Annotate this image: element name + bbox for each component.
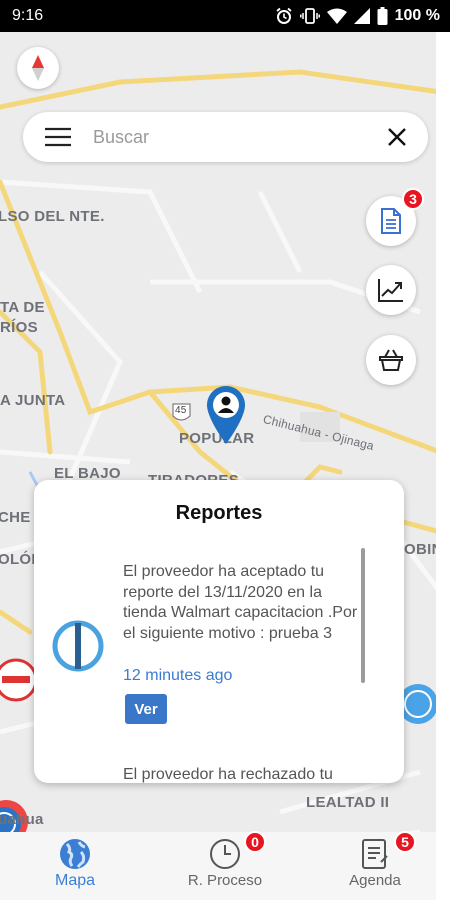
- globe-icon: [60, 839, 90, 869]
- status-time: 9:16: [12, 7, 44, 24]
- nav-item-r-proceso[interactable]: 0 R. Proceso: [150, 831, 300, 900]
- person-pin-icon: [207, 386, 245, 444]
- basket-icon: [379, 349, 403, 371]
- nav-label-r-proceso: R. Proceso: [187, 872, 263, 889]
- agenda-badge: 5: [394, 831, 416, 853]
- map-label: uahua: [0, 811, 44, 828]
- battery-level: 100 %: [394, 7, 440, 24]
- search-bar: [23, 112, 428, 162]
- vibrate-icon: [299, 8, 320, 24]
- reports-badge: 3: [402, 188, 424, 210]
- map-label: RÍOS: [0, 319, 38, 336]
- reports-button[interactable]: 3: [366, 188, 424, 246]
- statistics-button[interactable]: [366, 265, 416, 315]
- reports-card: Reportes El proveedor ha aceptado tu rep…: [34, 480, 404, 783]
- menu-button[interactable]: [23, 112, 93, 162]
- clear-search-button[interactable]: [366, 112, 428, 162]
- nav-label-agenda: Agenda: [349, 872, 401, 889]
- nav-item-agenda[interactable]: 5 Agenda: [300, 831, 450, 900]
- map-label: LEALTAD II: [306, 794, 390, 811]
- location-marker[interactable]: [207, 386, 245, 449]
- status-bar: 9:16 100 %: [0, 0, 450, 32]
- clock-icon: [210, 839, 240, 869]
- report-message: El proveedor ha aceptado tu reporte del …: [123, 563, 358, 642]
- search-input[interactable]: [93, 126, 366, 148]
- screen-edge: [436, 32, 450, 900]
- trending-chart-icon: [378, 279, 403, 302]
- nav-item-mapa[interactable]: Mapa: [0, 832, 150, 900]
- map-label: LSO DEL NTE.: [0, 208, 105, 225]
- reports-list[interactable]: El proveedor ha aceptado tu reporte del …: [34, 550, 404, 783]
- bottom-navigation: Mapa 0 R. Proceso 5 Agenda: [0, 831, 450, 900]
- compass-icon: [32, 55, 44, 81]
- basket-button[interactable]: [366, 335, 416, 385]
- r-proceso-badge: 0: [244, 831, 266, 853]
- provider-logo-icon: [52, 620, 104, 672]
- battery-icon: [377, 7, 388, 25]
- map-label: A JUNTA: [0, 392, 66, 409]
- report-time: 12 minutes ago: [123, 667, 233, 684]
- compass-button[interactable]: [17, 47, 59, 89]
- menu-icon: [45, 127, 71, 147]
- close-icon: [388, 128, 406, 146]
- alarm-icon: [276, 7, 292, 24]
- map-label: TA DE: [0, 299, 45, 316]
- highway-number: 45: [175, 405, 187, 416]
- signal-icon: [353, 8, 370, 24]
- report-message: El proveedor ha rechazado tu: [123, 766, 333, 783]
- reports-scrollbar[interactable]: [361, 548, 365, 683]
- agenda-icon: [362, 839, 388, 869]
- document-icon: [381, 208, 401, 234]
- wifi-icon: [326, 8, 347, 24]
- map-label: CHE: [0, 509, 31, 526]
- view-report-button[interactable]: Ver: [125, 694, 167, 724]
- nav-label-mapa: Mapa: [54, 872, 96, 889]
- status-icons: 100 %: [275, 7, 440, 25]
- reports-title: Reportes: [175, 502, 263, 524]
